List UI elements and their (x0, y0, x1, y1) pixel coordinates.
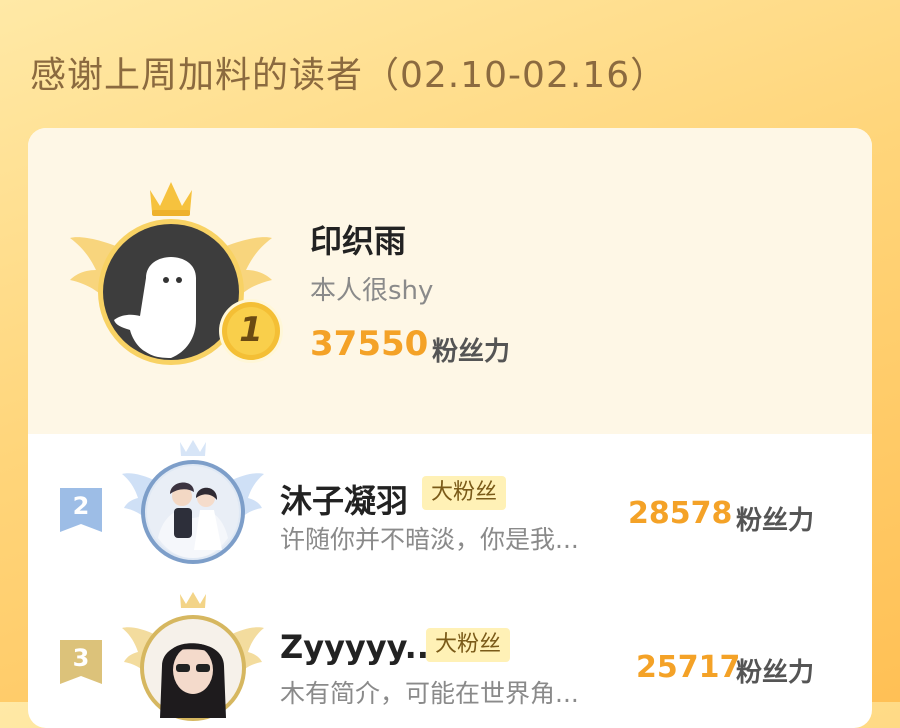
rank-number: 1 (239, 310, 263, 350)
rank-flag-icon: 3 (60, 640, 102, 684)
crown-icon (180, 440, 206, 456)
reader-score-unit: 粉丝力 (736, 506, 815, 536)
avatar (160, 643, 226, 718)
reader-score: 25717 (636, 650, 741, 685)
fan-badge[interactable]: 大粉丝 (426, 628, 511, 662)
top-reader-bio: 本人很shy (310, 276, 434, 306)
crown-icon (150, 182, 192, 216)
page-title: 感谢上周加料的读者（02.10-02.16） (30, 55, 668, 96)
top-reader-score: 37550 (310, 324, 429, 364)
reader-bio: 木有简介，可能在世界角... (280, 679, 579, 708)
avatar-frame-bronze (122, 592, 264, 721)
rank-number: 2 (72, 492, 90, 520)
avatar (147, 466, 239, 558)
rank-number: 3 (72, 644, 90, 672)
reader-score: 28578 (628, 496, 733, 531)
reader-name[interactable]: Zyyyyy... (280, 628, 441, 666)
rank-medal-icon: 1 (218, 298, 284, 364)
reader-name[interactable]: 沐子凝羽 (280, 476, 408, 522)
reader-bio: 许随你并不暗淡，你是我... (280, 525, 579, 554)
rank-flag-icon: 2 (60, 488, 102, 532)
crown-icon (180, 592, 206, 608)
reader-ranking-card: 1 印织雨 本人很shy 37550 粉丝力 2 沐子凝羽 大粉丝 许随你并不暗… (28, 128, 872, 728)
reader-row-3[interactable]: 3 Zyyyyy... 大粉丝 木有简介，可能在世界角... 25717 粉丝力 (28, 586, 872, 728)
avatar-frame-silver (122, 440, 264, 564)
reader-score-unit: 粉丝力 (736, 658, 815, 688)
fan-badge[interactable]: 大粉丝 (422, 476, 507, 510)
top-reader-panel[interactable]: 1 印织雨 本人很shy 37550 粉丝力 (28, 128, 872, 434)
reader-row-2[interactable]: 2 沐子凝羽 大粉丝 许随你并不暗淡，你是我... 28578 粉丝力 (28, 434, 872, 584)
top-reader-name[interactable]: 印织雨 (310, 216, 406, 262)
top-reader-score-unit: 粉丝力 (432, 337, 511, 367)
